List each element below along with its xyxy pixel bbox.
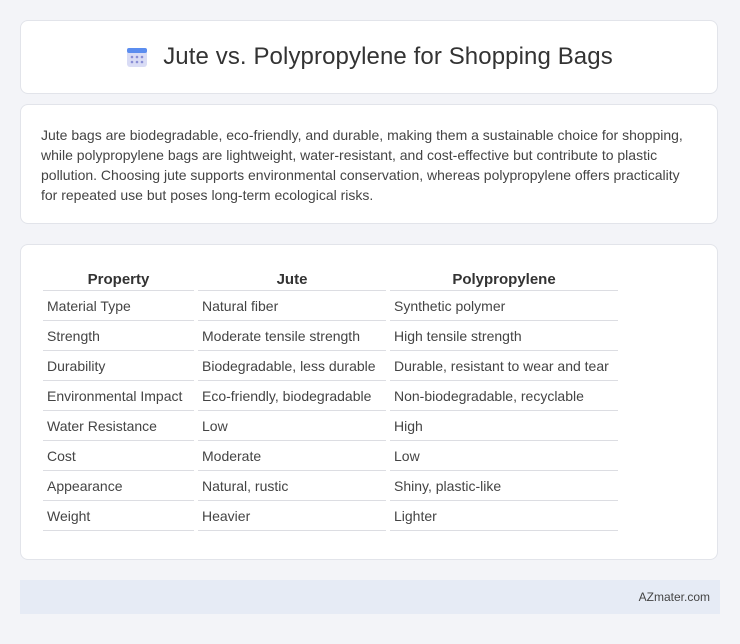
table-row: Environmental Impact Eco-friendly, biodeg… <box>43 381 618 411</box>
table-row: Appearance Natural, rustic Shiny, plastic-… <box>43 471 618 501</box>
table-cell: High tensile strength <box>390 321 618 351</box>
table-cell: Lighter <box>390 501 618 531</box>
table-cell: Environmental Impact <box>43 381 194 411</box>
title-wrap: Jute vs. Polypropylene for Shopping Bags <box>125 43 613 71</box>
table-cell: Non-biodegradable, recyclable <box>390 381 618 411</box>
table-cell: Durable, resistant to wear and tear <box>390 351 618 381</box>
table-cell: Durability <box>43 351 194 381</box>
header-card: Jute vs. Polypropylene for Shopping Bags <box>20 20 718 94</box>
table-cell: Water Resistance <box>43 411 194 441</box>
table-row: Strength Moderate tensile strength High te… <box>43 321 618 351</box>
table-cell: High <box>390 411 618 441</box>
table-header-row: Property Jute Polypropylene <box>43 267 618 291</box>
footer: AZmater.com <box>20 580 720 614</box>
table-cell: Moderate tensile strength <box>198 321 386 351</box>
table-cell: Natural, rustic <box>198 471 386 501</box>
column-header-polypropylene: Polypropylene <box>390 267 618 291</box>
table-cell: Heavier <box>198 501 386 531</box>
table-cell: Shiny, plastic-like <box>390 471 618 501</box>
table-row: Cost Moderate Low <box>43 441 618 471</box>
summary-card: Jute bags are biodegradable, eco-friendl… <box>20 104 718 224</box>
column-header-jute: Jute <box>198 267 386 291</box>
page-title: Jute vs. Polypropylene for Shopping Bags <box>163 43 613 70</box>
table-cell: Biodegradable, less durable <box>198 351 386 381</box>
summary-text: Jute bags are biodegradable, eco-friendl… <box>41 127 683 203</box>
table-row: Weight Heavier Lighter <box>43 501 618 531</box>
table-cell: Material Type <box>43 291 194 321</box>
footer-brand[interactable]: AZmater.com <box>639 590 710 604</box>
table-cell: Strength <box>43 321 194 351</box>
table-cell: Appearance <box>43 471 194 501</box>
table-row: Material Type Natural fiber Synthetic poly… <box>43 291 618 321</box>
table-row: Water Resistance Low High <box>43 411 618 441</box>
table-cell: Synthetic polymer <box>390 291 618 321</box>
comparison-card: Property Jute Polypropylene Material Typ… <box>20 244 718 560</box>
table-cell: Natural fiber <box>198 291 386 321</box>
table-cell: Low <box>198 411 386 441</box>
table-cell: Low <box>390 441 618 471</box>
table-cell: Weight <box>43 501 194 531</box>
table-cell: Moderate <box>198 441 386 471</box>
table-row: Durability Biodegradable, less durable Dur… <box>43 351 618 381</box>
calendar-grid-icon <box>125 45 149 69</box>
table-cell: Cost <box>43 441 194 471</box>
table-cell: Eco-friendly, biodegradable <box>198 381 386 411</box>
table-body: Material Type Natural fiber Synthetic poly… <box>43 291 618 531</box>
column-header-property: Property <box>43 267 194 291</box>
comparison-table: Property Jute Polypropylene Material Typ… <box>39 267 622 531</box>
